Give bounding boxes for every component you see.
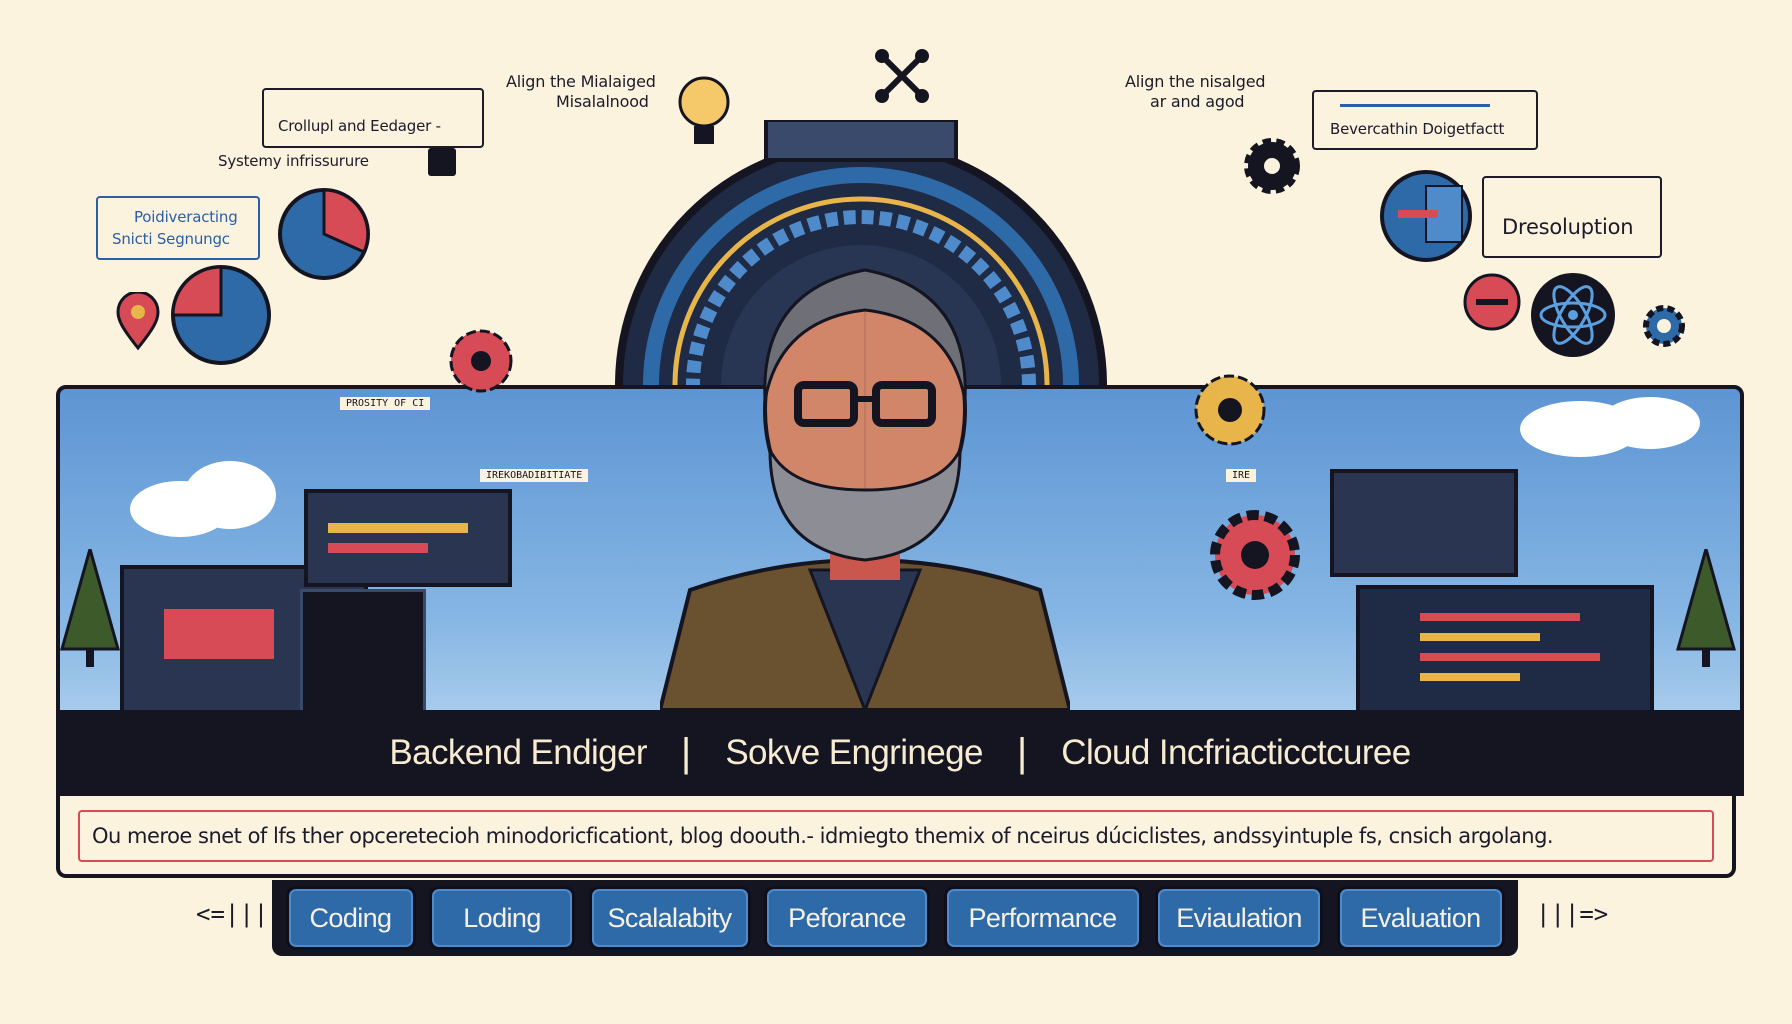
tag-performance[interactable]: Performance: [943, 886, 1142, 950]
drone-icon: [875, 49, 929, 103]
cloud-right: [1520, 397, 1700, 457]
gear-icon: [1643, 305, 1685, 347]
pie-chart-icon: [278, 188, 370, 280]
title-bar: Backend Endiger | Sokve Engrinege | Clou…: [56, 710, 1744, 796]
monitor-left-upper: [304, 489, 512, 587]
description-panel: Ou meroe snet of lfs ther opceretecioh m…: [56, 796, 1736, 878]
monitor-right-upper: [1330, 469, 1518, 577]
title-separator-1: |: [680, 730, 692, 775]
gear-icon-right-cluster: [1210, 510, 1300, 600]
monitor-label-b: IREKOBADIBITIATE: [480, 469, 589, 482]
tag-peforance[interactable]: Peforance: [764, 886, 930, 950]
callout-underline: [1340, 104, 1490, 107]
nav-right-icon[interactable]: |||=>: [1536, 900, 1608, 928]
pine-tree-left: [60, 549, 120, 667]
nav-left-icon[interactable]: <=|||: [196, 900, 268, 928]
title-solve-engineering: Sokve Engrinege: [725, 733, 983, 772]
callout-text-top-right: Bevercathin Doigetfactt: [1330, 120, 1505, 138]
title-cloud-infrastructure: Cloud Incfriacticctcuree: [1061, 733, 1411, 772]
tag-scalability[interactable]: Scalalabity: [588, 886, 751, 950]
globe-icon: [1380, 170, 1472, 262]
tag-bar: Coding Loding Scalalabity Peforance Perf…: [272, 880, 1518, 956]
engineer-portrait: [660, 268, 1070, 710]
callout-center-left-line1: Align the Mialaiged: [506, 72, 656, 91]
monitor-code-left: [300, 589, 426, 715]
monitor-right-large: [1356, 585, 1654, 717]
title-separator-2: |: [1016, 730, 1028, 775]
cloud-left: [130, 461, 276, 537]
terminal-icon: [428, 148, 456, 176]
callout-center-left-line2: Misalalnood: [556, 92, 649, 111]
callout-text-right: Dresoluption: [1502, 215, 1634, 239]
atom-icon: [1531, 273, 1615, 357]
map-pin-icon: [116, 292, 160, 350]
callout-text-top-left: Crollupl and Eedager -: [278, 117, 441, 135]
flower-icon-left: [449, 329, 513, 393]
monitor-label-a: PROSITY OF CI: [340, 397, 431, 410]
callout-left-line1: Poidiveracting: [134, 208, 238, 226]
callout-text-systemy: Systemy infrissurure: [218, 152, 369, 170]
callout-left-line2: Snicti Segnungc: [112, 230, 230, 248]
description-text: Ou meroe snet of lfs ther opceretecioh m…: [78, 810, 1714, 862]
gear-icon-top-right: [1244, 138, 1300, 194]
pie-chart-icon-large: [171, 265, 271, 365]
tag-eviaulation[interactable]: Eviaulation: [1155, 886, 1323, 950]
flower-icon-right: [1194, 374, 1266, 446]
callout-box-left: [96, 196, 260, 260]
callout-center-right-line2: ar and agod: [1150, 92, 1245, 111]
tag-loding[interactable]: Loding: [429, 886, 575, 950]
tag-evaluation[interactable]: Evaluation: [1336, 886, 1505, 950]
tag-coding[interactable]: Coding: [285, 886, 416, 950]
dial-icon: [1463, 273, 1521, 331]
pine-tree-right: [1676, 549, 1736, 667]
monitor-label-c: IRE: [1226, 469, 1257, 482]
title-backend-engineer: Backend Endiger: [389, 733, 647, 772]
callout-center-right-line1: Align the nisalged: [1125, 72, 1266, 91]
